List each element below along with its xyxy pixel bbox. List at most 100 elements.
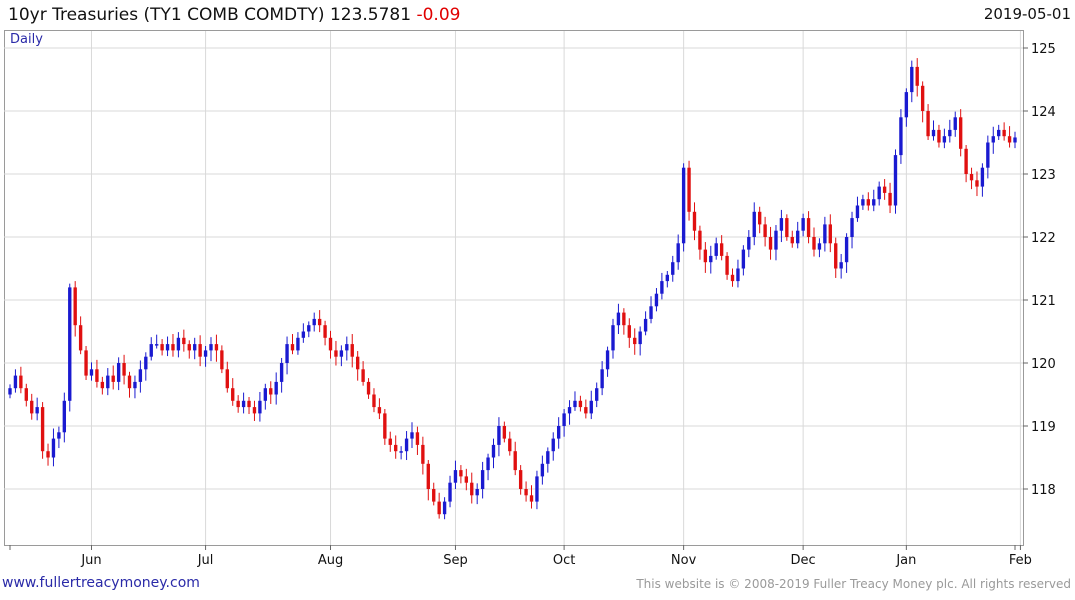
candle-body bbox=[546, 451, 550, 464]
candle-body bbox=[937, 129, 941, 143]
candle-body bbox=[779, 218, 784, 231]
candle-body bbox=[475, 489, 479, 496]
candle-body bbox=[127, 375, 132, 389]
candle-body bbox=[252, 407, 257, 414]
candle-body bbox=[84, 350, 88, 376]
candle-body bbox=[241, 400, 246, 408]
x-tick-label: Feb bbox=[1009, 553, 1032, 568]
candle-body bbox=[828, 224, 832, 244]
candle-body bbox=[997, 129, 1001, 137]
candle-body bbox=[660, 281, 664, 294]
candle-body bbox=[633, 337, 637, 345]
candle-body bbox=[948, 129, 952, 137]
candle-body bbox=[394, 444, 398, 452]
candle-body bbox=[209, 344, 213, 351]
candle-body bbox=[176, 337, 181, 351]
candle-body bbox=[464, 476, 469, 483]
candle-body bbox=[171, 344, 175, 351]
candle-body bbox=[926, 111, 930, 137]
candle-body bbox=[480, 470, 485, 489]
candle-body bbox=[24, 388, 28, 401]
candle-body bbox=[872, 199, 876, 206]
candle-body bbox=[578, 400, 583, 408]
candle-body bbox=[725, 255, 729, 275]
candle-body bbox=[111, 375, 115, 382]
candle-body bbox=[573, 400, 577, 408]
candle-body bbox=[339, 350, 344, 357]
candle-body bbox=[258, 400, 262, 414]
candle-body bbox=[844, 237, 849, 263]
candle-body bbox=[78, 325, 83, 351]
x-tick-label: Dec bbox=[791, 553, 816, 568]
candle-body bbox=[834, 243, 838, 269]
candle-body bbox=[991, 136, 995, 143]
candle-body bbox=[366, 381, 371, 395]
candle-body bbox=[508, 438, 512, 452]
candle-body bbox=[328, 337, 333, 351]
candle-body bbox=[19, 375, 23, 389]
candle-body bbox=[616, 312, 621, 326]
candle-body bbox=[317, 318, 322, 326]
candle-body bbox=[915, 66, 919, 86]
candle-body bbox=[709, 255, 713, 263]
candle-body bbox=[904, 92, 909, 118]
candle-body bbox=[415, 432, 420, 445]
candle-body bbox=[122, 363, 126, 376]
candle-body bbox=[225, 369, 229, 389]
candle-body bbox=[8, 388, 12, 395]
candle-body bbox=[681, 167, 686, 244]
candle-body bbox=[540, 463, 545, 477]
candle-body bbox=[524, 489, 528, 496]
candle-body bbox=[698, 230, 702, 250]
candle-body bbox=[584, 407, 588, 414]
candle-body bbox=[491, 444, 496, 458]
candle-body bbox=[1002, 129, 1006, 137]
candle-body bbox=[953, 117, 957, 130]
candle-body bbox=[399, 451, 403, 453]
candle-body bbox=[350, 344, 354, 357]
candle-body bbox=[138, 369, 143, 382]
candle-body bbox=[274, 381, 278, 395]
candle-body bbox=[801, 218, 805, 231]
candle-body bbox=[757, 211, 762, 225]
candle-body bbox=[964, 148, 968, 174]
candle-body bbox=[714, 243, 718, 256]
candle-body bbox=[68, 287, 72, 401]
candle-body bbox=[888, 192, 892, 206]
candle-body bbox=[730, 274, 735, 282]
candle-body bbox=[459, 470, 463, 477]
candle-body bbox=[611, 325, 615, 351]
candle-body bbox=[747, 237, 751, 250]
candle-body bbox=[817, 243, 822, 250]
y-tick-label: 120 bbox=[1031, 357, 1056, 372]
candle-body bbox=[220, 350, 224, 370]
candle-body bbox=[263, 388, 268, 401]
candle-body bbox=[296, 337, 300, 351]
candle-body bbox=[600, 369, 604, 389]
candle-body bbox=[160, 344, 164, 351]
candle-body bbox=[741, 249, 746, 269]
candle-body bbox=[453, 470, 458, 483]
candle-body bbox=[421, 444, 425, 464]
candle-body bbox=[513, 451, 517, 471]
candle-body bbox=[285, 344, 289, 363]
site-link[interactable]: www.fullertreacymoney.com bbox=[2, 575, 200, 591]
candle-body bbox=[969, 174, 974, 181]
candle-body bbox=[89, 369, 94, 376]
y-tick-label: 125 bbox=[1031, 42, 1056, 57]
candle-body bbox=[877, 186, 881, 200]
candle-body bbox=[774, 230, 778, 250]
candle-body bbox=[806, 218, 811, 237]
candle-body bbox=[13, 375, 18, 389]
candle-body bbox=[1013, 137, 1017, 143]
candle-body bbox=[671, 262, 675, 275]
candle-body bbox=[535, 476, 539, 502]
candle-body bbox=[850, 218, 854, 237]
candle-body bbox=[426, 463, 430, 489]
candle-body bbox=[899, 117, 903, 156]
y-tick-label: 123 bbox=[1031, 168, 1056, 183]
candle-body bbox=[149, 344, 153, 357]
candle-body bbox=[51, 438, 56, 458]
candle-body bbox=[30, 400, 34, 414]
candle-body bbox=[133, 381, 137, 389]
